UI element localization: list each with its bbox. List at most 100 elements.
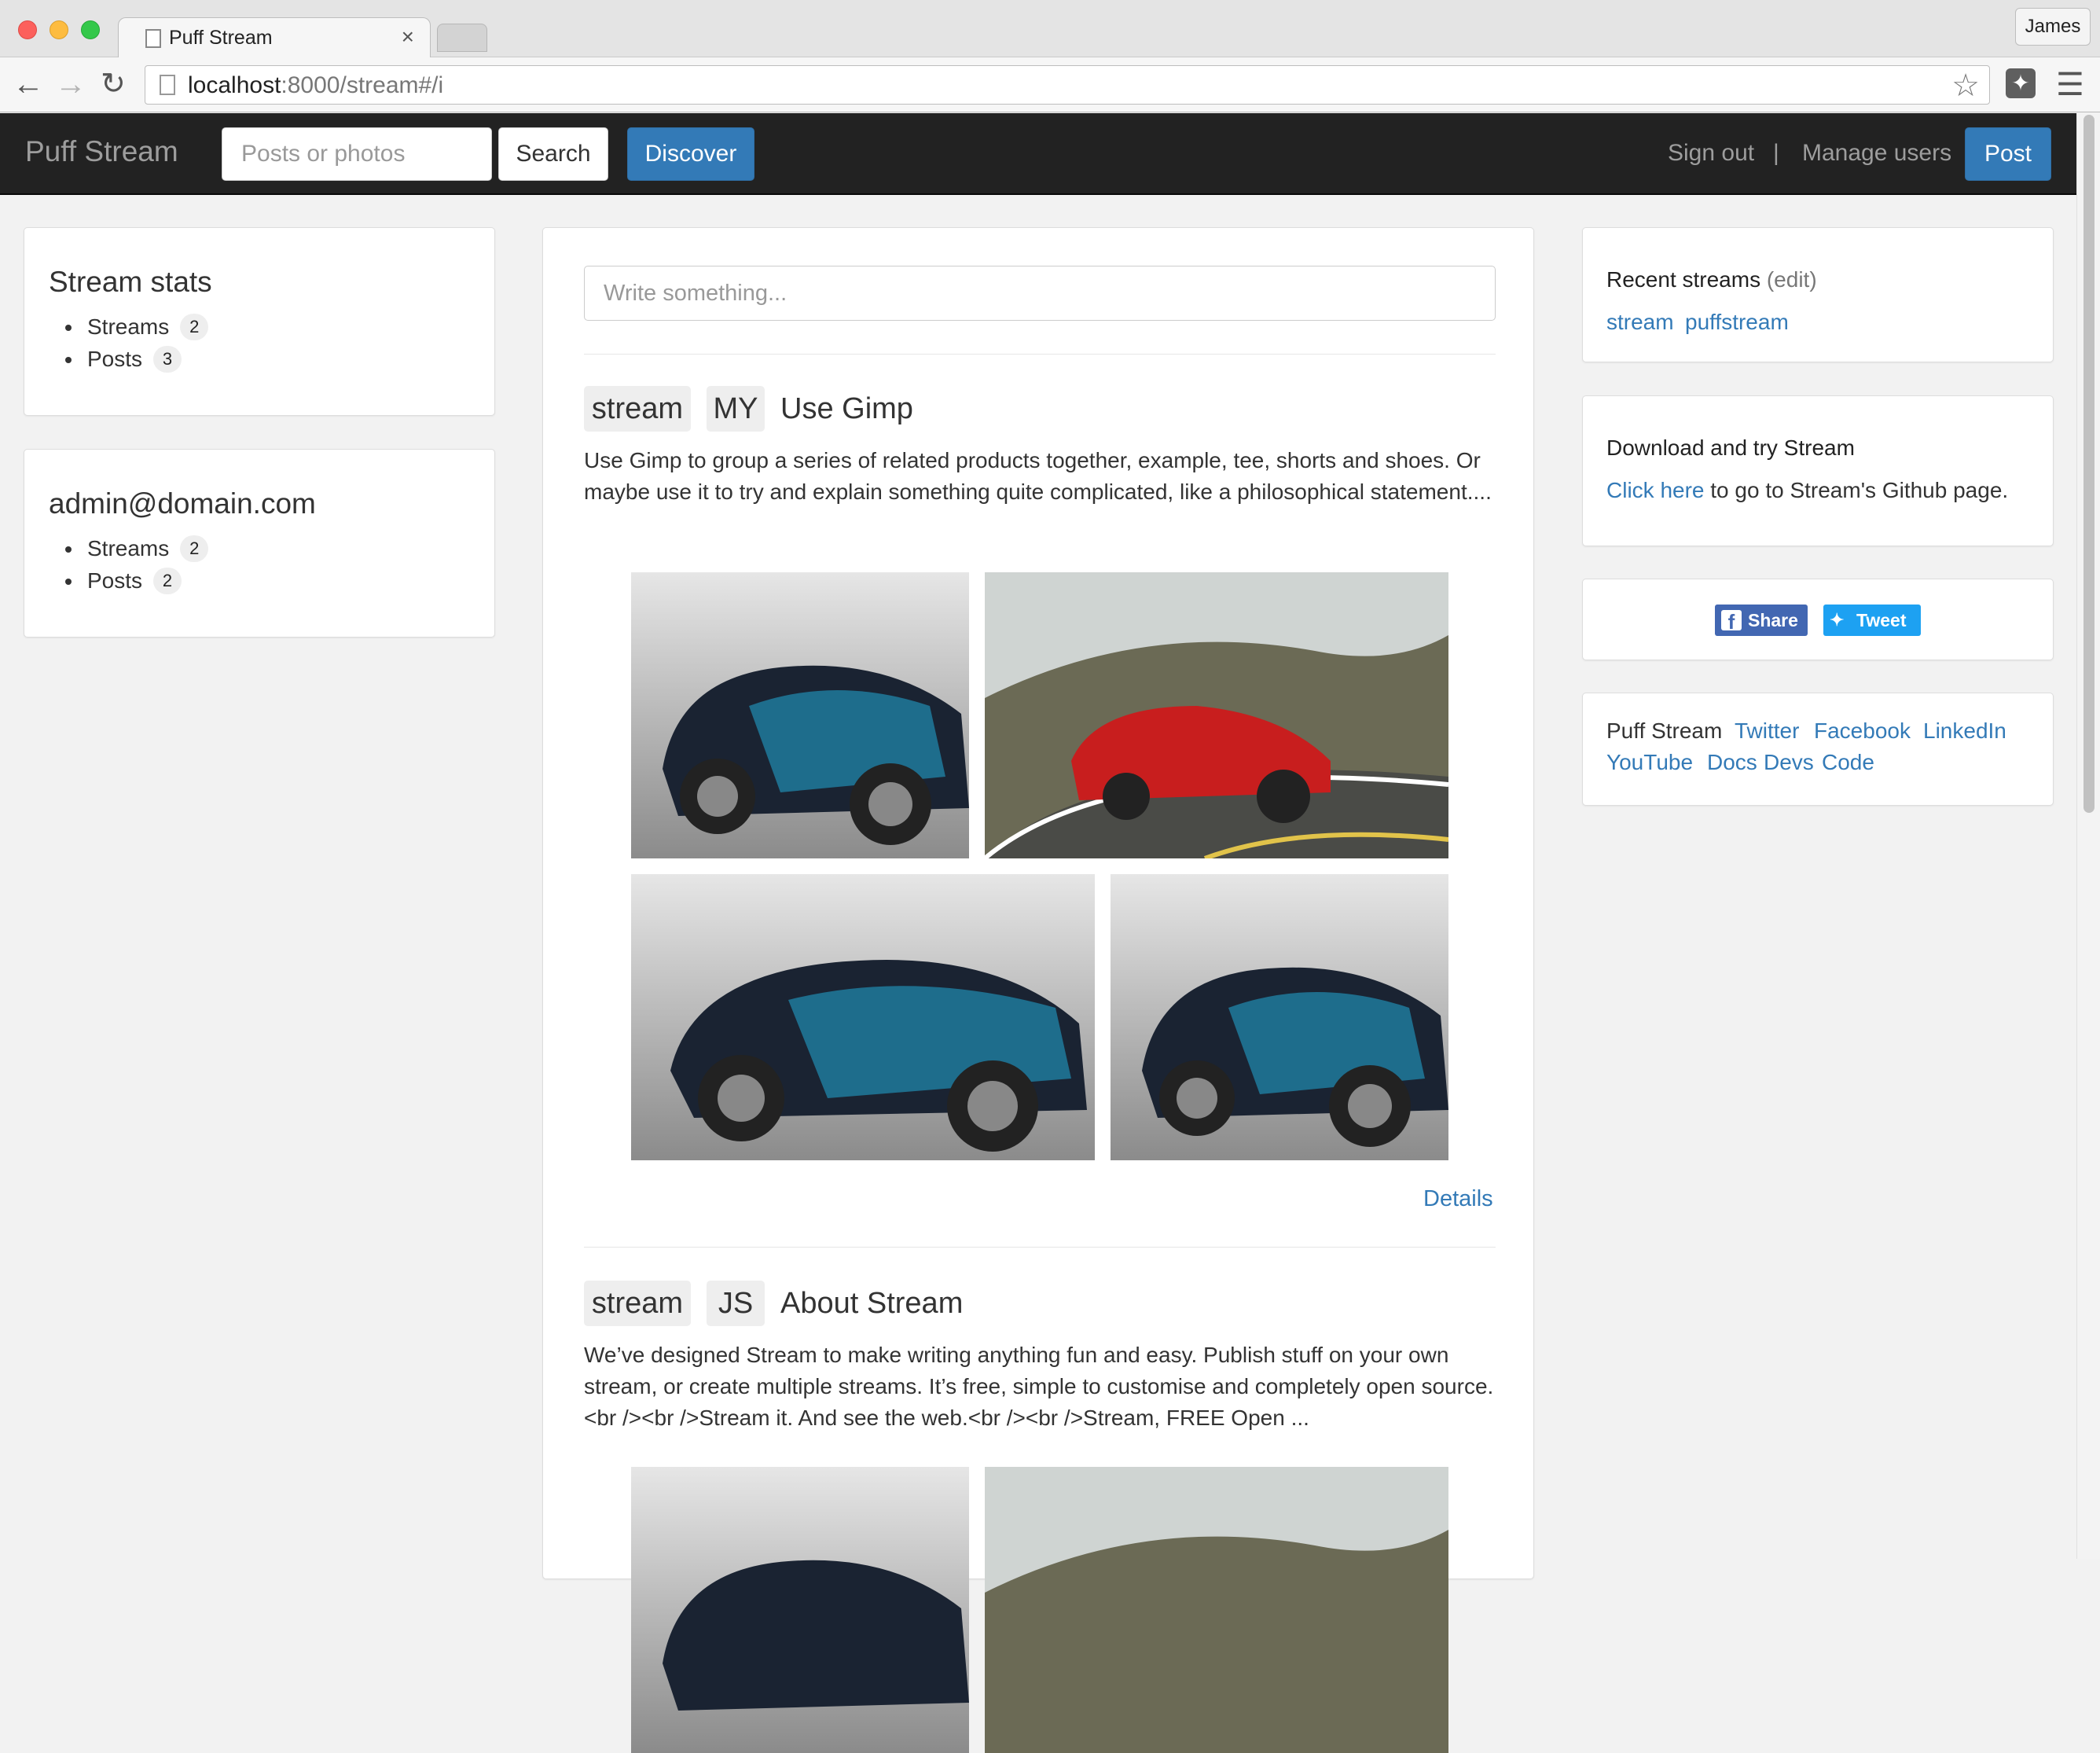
divider [584, 354, 1496, 355]
post-header: stream MY Use Gimp [584, 386, 1496, 432]
footer-link-devs[interactable]: Devs [1764, 750, 1814, 775]
bullet [65, 325, 72, 331]
stat-label: Streams [87, 314, 170, 339]
sign-out-link[interactable]: Sign out [1668, 140, 1754, 167]
stream-tag[interactable]: stream [584, 1281, 691, 1326]
details-link[interactable]: Details [1423, 1186, 1493, 1212]
footer-link-code[interactable]: Code [1822, 750, 1874, 775]
manage-users-link[interactable]: Manage users [1802, 140, 1951, 167]
download-description: to go to Stream's Github page. [1704, 478, 2009, 502]
stream-link[interactable]: puffstream [1685, 310, 1789, 335]
twitter-tweet-button[interactable]: ✦ Tweet [1823, 605, 1921, 636]
app-navbar: Puff Stream Search Discover Sign out | M… [0, 113, 2076, 195]
blue-car-image [631, 874, 1095, 1160]
stat-streams: Streams 2 [61, 535, 209, 567]
footer-link-youtube[interactable]: YouTube [1606, 750, 1693, 775]
share-label: Share [1748, 610, 1798, 630]
recent-streams-heading: Recent streams [1606, 267, 1761, 292]
post-title[interactable]: About Stream [780, 1281, 963, 1326]
tab-title: Puff Stream [169, 27, 273, 49]
count-badge: 2 [180, 535, 209, 562]
scrollbar-thumb[interactable] [2083, 115, 2094, 813]
new-tab-button[interactable] [437, 24, 487, 52]
post-title[interactable]: Use Gimp [780, 386, 913, 432]
forward-icon[interactable]: → [55, 67, 86, 101]
red-car-image [985, 1467, 1448, 1753]
brand-logo[interactable]: Puff Stream [25, 135, 178, 168]
close-tab-icon[interactable]: × [402, 24, 414, 50]
stream-stats-list: Streams 2 Posts 3 [61, 313, 209, 377]
stat-streams: Streams 2 [61, 313, 209, 345]
bullet [65, 357, 72, 363]
star-icon[interactable]: ☆ [1951, 68, 1980, 104]
footer-brand: Puff Stream [1606, 718, 1723, 743]
bullet [65, 546, 72, 553]
address-bar[interactable]: localhost:8000/stream#/i ☆ [145, 65, 1990, 105]
tweet-label: Tweet [1856, 610, 1907, 630]
post-photo[interactable] [1111, 874, 1448, 1160]
discover-button[interactable]: Discover [627, 127, 754, 181]
page-scrollbar[interactable] [2076, 113, 2100, 1559]
reload-icon[interactable]: ↻ [101, 67, 126, 101]
post-button[interactable]: Post [1965, 127, 2051, 181]
post-photo[interactable] [631, 1467, 969, 1753]
edit-link[interactable]: (edit) [1767, 267, 1817, 292]
search-button[interactable]: Search [498, 127, 608, 181]
post-body: We’ve designed Stream to make writing an… [584, 1343, 1494, 1430]
page-icon [160, 75, 175, 95]
browser-titlebar: Puff Stream × James [0, 0, 2100, 58]
footer-link-docs[interactable]: Docs [1707, 750, 1757, 775]
nav-separator: | [1773, 140, 1779, 166]
red-car-image [985, 572, 1448, 858]
stat-label: Posts [87, 568, 143, 593]
close-window-button[interactable] [18, 20, 37, 39]
author-initials[interactable]: MY [707, 386, 765, 432]
post-photo[interactable] [985, 572, 1448, 858]
stat-posts: Posts 3 [61, 345, 208, 377]
blue-car-image [1111, 874, 1448, 1160]
post-photo[interactable] [631, 572, 969, 858]
footer-link-facebook[interactable]: Facebook [1814, 718, 1911, 744]
blue-car-image [631, 1467, 969, 1753]
url-path: :8000/stream#/i [281, 72, 444, 98]
blue-car-image [631, 572, 969, 858]
recent-streams-title: Recent streams (edit) [1606, 267, 1817, 292]
facebook-share-button[interactable]: f Share [1715, 605, 1808, 636]
browser-tab[interactable]: Puff Stream × [118, 17, 431, 58]
search-input[interactable] [222, 127, 492, 181]
stat-posts: Posts 2 [61, 567, 208, 599]
stat-label: Posts [87, 347, 143, 371]
stat-label: Streams [87, 536, 170, 560]
github-link[interactable]: Click here [1606, 478, 1704, 502]
stream-stats-title: Stream stats [49, 266, 212, 298]
stream-link[interactable]: stream [1606, 310, 1674, 335]
user-stats-panel: admin@domain.com Streams 2 Posts 2 [24, 449, 495, 638]
url-text[interactable]: localhost:8000/stream#/i [188, 72, 443, 99]
compose-input[interactable] [584, 266, 1496, 321]
recent-streams-panel: Recent streams (edit) stream puffstream [1582, 227, 2054, 362]
facebook-icon: f [1721, 610, 1742, 634]
stream-tag[interactable]: stream [584, 386, 691, 432]
post-photo[interactable] [985, 1467, 1448, 1753]
footer-link-linkedin[interactable]: LinkedIn [1923, 718, 2006, 744]
post-photo[interactable] [631, 874, 1095, 1160]
menu-icon[interactable]: ☰ [2056, 67, 2084, 103]
user-stats-list: Streams 2 Posts 2 [61, 535, 209, 599]
footer-link-twitter[interactable]: Twitter [1735, 718, 1799, 744]
profile-button[interactable]: James [2015, 8, 2091, 46]
author-initials[interactable]: JS [707, 1281, 765, 1326]
bullet [65, 579, 72, 585]
share-panel: f Share ✦ Tweet [1582, 579, 2054, 660]
count-badge: 3 [153, 346, 182, 373]
count-badge: 2 [180, 314, 209, 340]
url-host: localhost [188, 72, 281, 98]
back-icon[interactable]: ← [13, 67, 44, 101]
extension-icon[interactable]: ✦ [2006, 68, 2036, 98]
twitter-icon: ✦ [1830, 610, 1845, 630]
post-body: Use Gimp to group a series of related pr… [584, 448, 1492, 504]
browser-toolbar: ← → ↻ localhost:8000/stream#/i ☆ ✦ ☰ [0, 57, 2100, 112]
download-title: Download and try Stream [1606, 435, 1855, 460]
minimize-window-button[interactable] [50, 20, 68, 39]
user-email-title: admin@domain.com [49, 487, 316, 520]
maximize-window-button[interactable] [81, 20, 100, 39]
